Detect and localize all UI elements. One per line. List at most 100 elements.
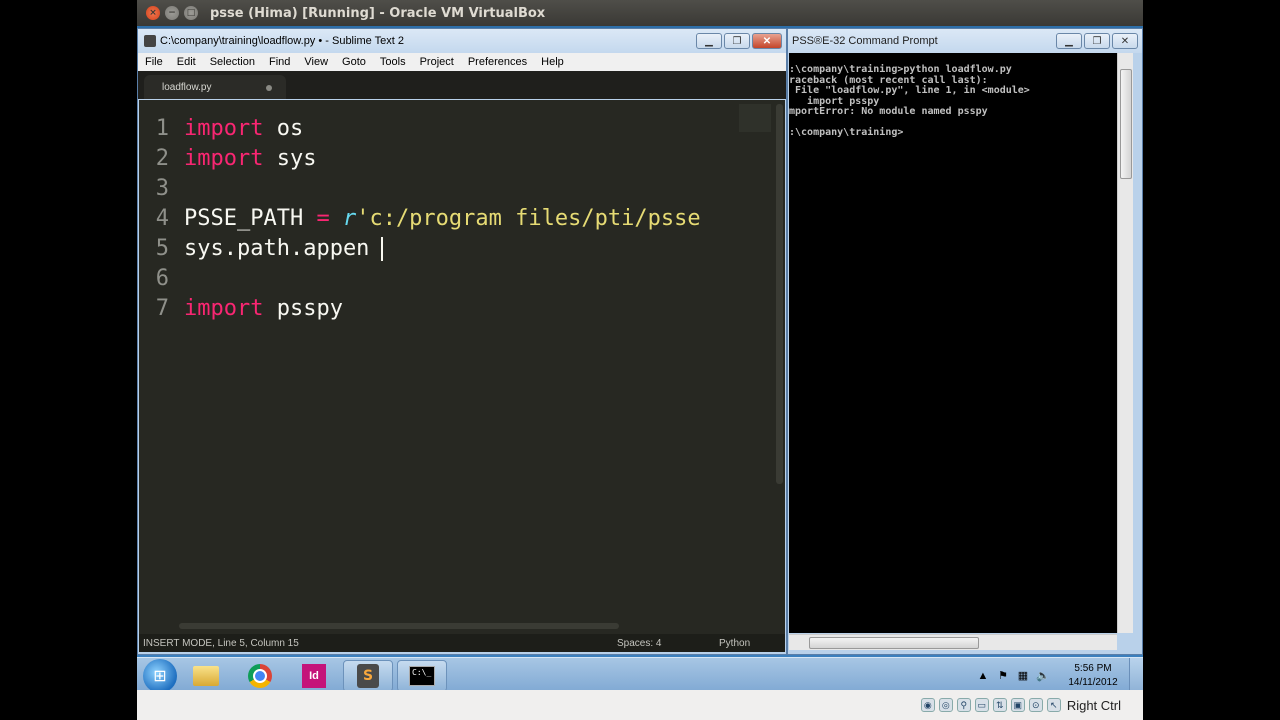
menu-goto[interactable]: Goto: [335, 56, 373, 68]
virtualbox-window: × − □ psse (Hima) [Running] - Oracle VM …: [137, 0, 1143, 720]
line-number: 4: [155, 206, 169, 231]
mouse-integration-icon[interactable]: ↖: [1046, 698, 1061, 712]
taskbar-chrome[interactable]: [235, 660, 285, 692]
code-line: import sys: [184, 144, 316, 174]
status-bar: INSERT MODE, Line 5, Column 15 Spaces: 4…: [139, 634, 785, 652]
cmd-restore-button[interactable]: ❐: [1084, 33, 1110, 49]
command-prompt-window: PSS®E-32 Command Prompt ▁ ❐ ✕ :\company\…: [787, 28, 1143, 655]
menu-help[interactable]: Help: [534, 56, 571, 68]
tray-network-icon[interactable]: ▦: [1015, 668, 1031, 684]
status-spaces[interactable]: Spaces: 4: [617, 638, 661, 649]
shared-folder-icon[interactable]: ▭: [974, 698, 989, 712]
menu-tools[interactable]: Tools: [373, 56, 413, 68]
clock[interactable]: 5:56 PM 14/11/2012: [1061, 662, 1125, 690]
menu-bar: File Edit Selection Find View Goto Tools…: [138, 53, 786, 71]
taskbar-explorer[interactable]: [181, 660, 231, 692]
virtualbox-titlebar[interactable]: × − □ psse (Hima) [Running] - Oracle VM …: [137, 0, 1143, 26]
cd-icon[interactable]: ◎: [938, 698, 953, 712]
cmd-title: PSS®E-32 Command Prompt: [792, 35, 938, 47]
start-button[interactable]: ⊞: [143, 658, 177, 693]
cmd-vertical-scrollbar[interactable]: [1117, 53, 1133, 633]
menu-selection[interactable]: Selection: [203, 56, 262, 68]
line-number: 7: [155, 296, 169, 321]
code-line: PSSE_PATH = r'c:/program files/pti/psse: [184, 204, 701, 234]
code-line: sys.path.appen: [184, 234, 369, 264]
menu-find[interactable]: Find: [262, 56, 297, 68]
sublime-title: C:\company\training\loadflow.py • - Subl…: [160, 35, 404, 47]
taskbar-indesign[interactable]: Id: [289, 660, 339, 692]
minimize-icon[interactable]: −: [165, 6, 179, 20]
status-mode: INSERT MODE, Line 5, Column 15: [143, 637, 299, 649]
line-number: 3: [155, 176, 169, 201]
minimap[interactable]: [739, 104, 771, 132]
code-text: sys: [263, 146, 317, 171]
menu-edit[interactable]: Edit: [170, 56, 203, 68]
hdd-icon[interactable]: ◉: [920, 698, 935, 712]
code-editor[interactable]: 1 2 3 4 5 6 7 import os import sys PSSE_…: [139, 100, 785, 637]
cmd-close-button[interactable]: ✕: [1112, 33, 1138, 49]
display-icon[interactable]: ▣: [1010, 698, 1025, 712]
menu-view[interactable]: View: [297, 56, 335, 68]
tab-bar: loadflow.py: [138, 71, 786, 99]
cmd-output[interactable]: :\company\training>python loadflow.py ra…: [789, 53, 1117, 633]
line-number: 6: [155, 266, 169, 291]
close-button[interactable]: ✕: [752, 33, 782, 49]
keyword: import: [184, 296, 264, 321]
code-text: sys.path.appen: [184, 236, 370, 261]
scroll-thumb[interactable]: [809, 637, 979, 649]
indesign-icon: Id: [302, 663, 326, 688]
close-icon[interactable]: ×: [146, 6, 160, 20]
clock-date: 14/11/2012: [1068, 676, 1118, 688]
text-cursor: [381, 237, 383, 261]
restore-button[interactable]: ❐: [724, 33, 750, 49]
sublime-titlebar[interactable]: C:\company\training\loadflow.py • - Subl…: [138, 29, 786, 53]
sublime-window: C:\company\training\loadflow.py • - Subl…: [137, 28, 787, 655]
status-language[interactable]: Python: [719, 638, 750, 649]
cmd-minimize-button[interactable]: ▁: [1056, 33, 1082, 49]
menu-file[interactable]: File: [138, 56, 170, 68]
sublime-app-icon: [144, 35, 156, 47]
virtualbox-statusbar: ◉ ◎ ⚲ ▭ ⇅ ▣ ⊙ ↖ Right Ctrl: [137, 690, 1143, 720]
code-text: psspy: [263, 296, 343, 321]
string-literal: 'c:/program files/pti/psse: [356, 206, 701, 231]
code-text: os: [263, 116, 304, 141]
menu-preferences[interactable]: Preferences: [461, 56, 534, 68]
sublime-icon: S: [357, 663, 379, 688]
taskbar-cmd[interactable]: C:\_: [397, 659, 447, 692]
guest-desktop: C:\company\training\loadflow.py • - Subl…: [137, 26, 1143, 657]
unsaved-dot-icon[interactable]: [266, 85, 272, 91]
folder-icon: [193, 665, 219, 686]
tab-loadflow[interactable]: loadflow.py: [144, 75, 286, 99]
tray-flag-icon[interactable]: ⚑: [995, 668, 1011, 684]
system-tray: ▲ ⚑ ▦ 🔈 5:56 PM 14/11/2012: [975, 657, 1143, 694]
line-number: 5: [155, 236, 169, 261]
tray-expand-icon[interactable]: ▲: [975, 668, 991, 684]
cmd-titlebar[interactable]: PSS®E-32 Command Prompt ▁ ❐ ✕: [788, 29, 1142, 53]
horizontal-scrollbar[interactable]: [179, 623, 619, 629]
line-number: 2: [155, 146, 169, 171]
taskbar-sublime[interactable]: S: [343, 659, 393, 692]
maximize-icon[interactable]: □: [184, 6, 198, 20]
keyword: import: [184, 116, 264, 141]
line-number: 1: [155, 116, 169, 141]
scroll-thumb[interactable]: [1120, 69, 1132, 179]
operator: =: [316, 206, 330, 231]
network-icon[interactable]: ⇅: [992, 698, 1007, 712]
cmd-icon: C:\_: [409, 665, 435, 686]
virtualbox-title: psse (Hima) [Running] - Oracle VM Virtua…: [210, 5, 546, 21]
code-line: import psspy: [184, 294, 343, 324]
cmd-horizontal-scrollbar[interactable]: [789, 634, 1117, 650]
vertical-scrollbar[interactable]: [776, 104, 783, 484]
menu-project[interactable]: Project: [413, 56, 461, 68]
host-key: Right Ctrl: [1066, 697, 1121, 713]
string-prefix: r: [329, 206, 357, 231]
code-text: PSSE_PATH: [184, 206, 317, 231]
code-line: import os: [184, 114, 303, 144]
keyword: import: [184, 146, 264, 171]
tray-volume-icon[interactable]: 🔈: [1035, 668, 1051, 684]
show-desktop-button[interactable]: [1129, 657, 1143, 694]
capture-icon[interactable]: ⊙: [1028, 698, 1043, 712]
usb-icon[interactable]: ⚲: [956, 698, 971, 712]
chrome-icon: [248, 663, 272, 688]
minimize-button[interactable]: ▁: [696, 33, 722, 49]
